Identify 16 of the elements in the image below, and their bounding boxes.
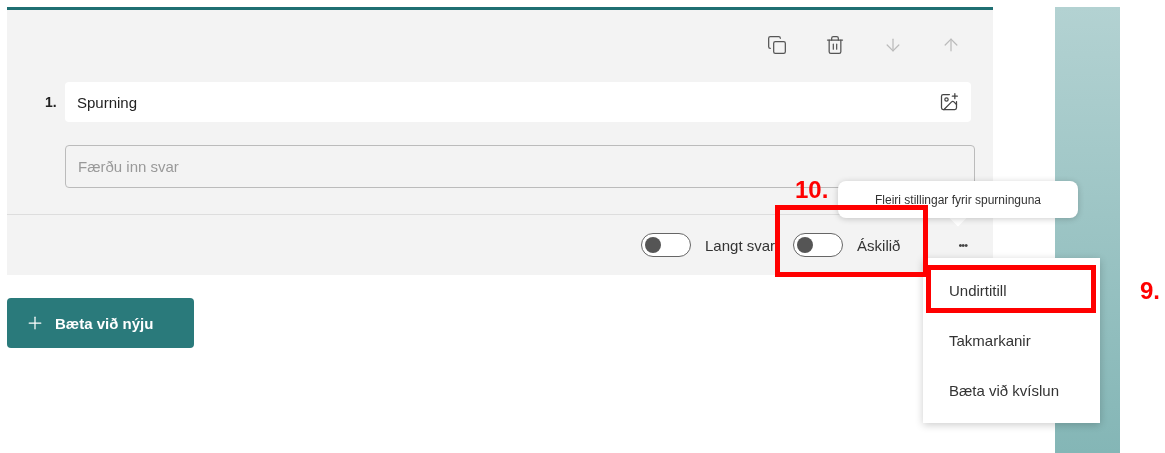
add-new-button[interactable]: Bæta við nýju <box>7 298 194 348</box>
toggle-switch[interactable] <box>793 233 844 257</box>
question-title-field[interactable]: Spurning <box>65 82 971 122</box>
tooltip: Fleiri stillingar fyrir spurninguna <box>838 181 1078 218</box>
toggle-label: Langt svar <box>705 236 776 254</box>
image-icon[interactable] <box>939 92 959 112</box>
toggle-label: Áskilið <box>857 236 901 254</box>
more-button[interactable]: ••• <box>954 235 971 255</box>
question-number: 1. <box>45 94 57 110</box>
toggle-switch[interactable] <box>641 233 692 257</box>
menu-item[interactable]: Bæta við kvíslun <box>949 381 1060 399</box>
menu-item[interactable]: Takmarkanir <box>949 331 1031 349</box>
delete-icon[interactable] <box>825 35 845 55</box>
annotation-number: 9. <box>1140 277 1160 305</box>
copy-icon[interactable] <box>767 35 787 55</box>
menu-item[interactable]: Undirtitill <box>949 281 1007 299</box>
